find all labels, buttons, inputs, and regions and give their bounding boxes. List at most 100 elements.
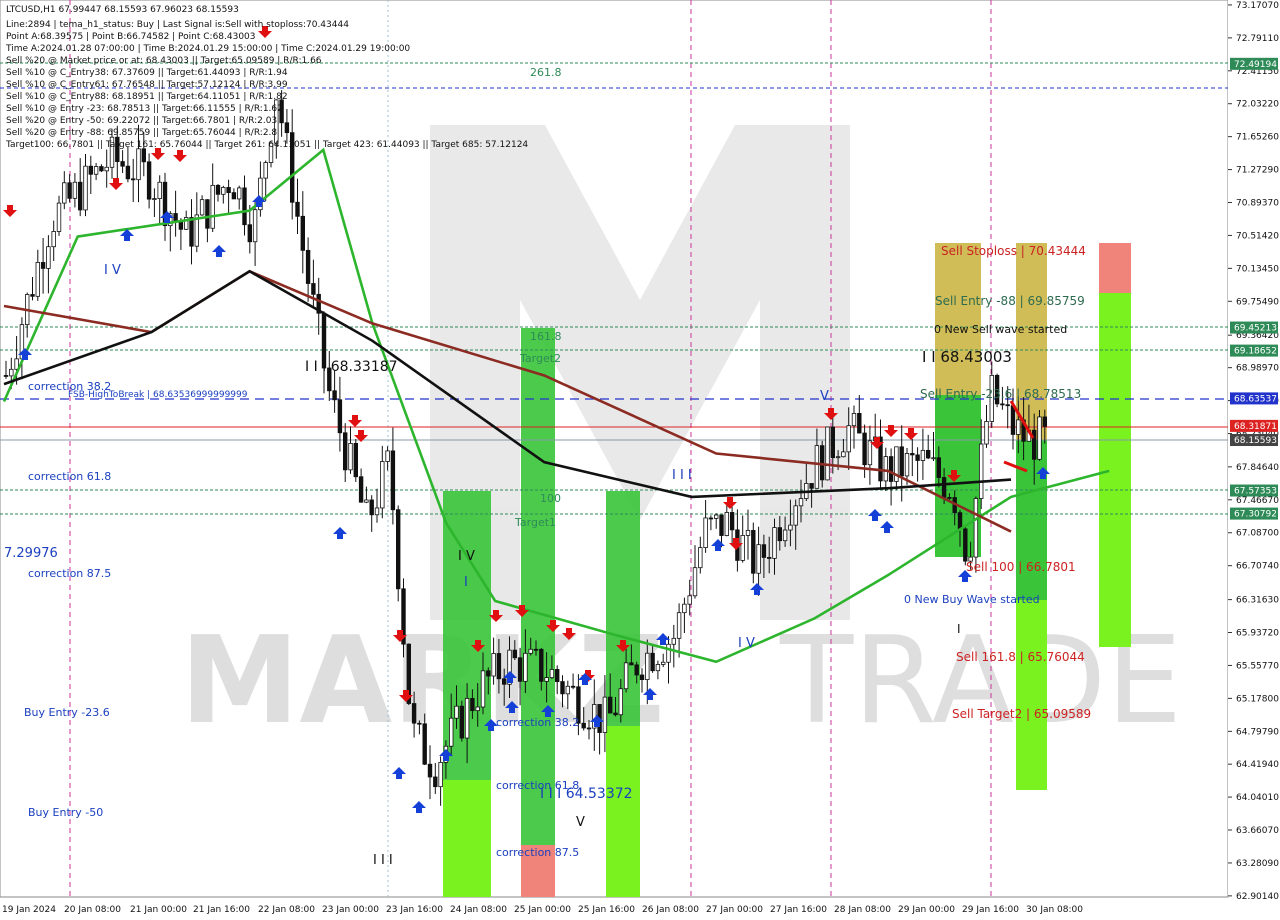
candle-body xyxy=(433,776,438,788)
price-tag-label: 69.18652 xyxy=(1234,347,1277,357)
candle-body xyxy=(782,529,788,542)
wave-label: V xyxy=(576,815,585,830)
candle-body xyxy=(687,595,692,605)
candle-body xyxy=(910,453,915,456)
candle-body xyxy=(820,445,825,481)
candle-body xyxy=(3,375,9,377)
candle-body xyxy=(973,498,979,558)
candle-body xyxy=(130,178,136,181)
candle-body xyxy=(899,446,904,477)
candle-body xyxy=(411,703,417,724)
candle-body xyxy=(814,445,820,489)
candle-body xyxy=(862,432,867,466)
candle-body xyxy=(459,705,464,739)
candle-body xyxy=(364,499,369,503)
candle-body xyxy=(348,443,353,471)
info-line: LTCUSD,H1 67.99447 68.15593 67.96023 68.… xyxy=(6,5,239,15)
candle-body xyxy=(1032,429,1037,460)
candle-body xyxy=(517,657,523,682)
label-sell-target2: Sell Target2 | 65.09589 xyxy=(952,707,1091,721)
x-tick-label: 23 Jan 16:00 xyxy=(386,905,443,915)
label-correction-87-left: correction 87.5 xyxy=(28,567,111,580)
candle-body xyxy=(629,662,634,666)
candle-body xyxy=(242,187,247,226)
candle-body xyxy=(83,165,88,211)
candle-body xyxy=(528,648,533,654)
info-line: Sell %10 @ C_Entry88: 68.18951 || Target… xyxy=(6,92,288,102)
candle-body xyxy=(692,567,698,597)
candle-body xyxy=(539,648,544,682)
x-tick-label: 25 Jan 16:00 xyxy=(578,905,635,915)
candle-body xyxy=(480,670,486,708)
candle-body xyxy=(888,456,894,482)
candle-body xyxy=(984,421,989,445)
zone-lime-1 xyxy=(606,726,640,897)
label-target1: Target1 xyxy=(514,516,556,529)
candle-body xyxy=(851,413,857,427)
candle-body xyxy=(825,426,830,481)
info-line: Target100: 66.7801 || Target 161: 65.760… xyxy=(5,140,528,150)
candle-body xyxy=(724,512,729,536)
y-tick-label: 65.17800 xyxy=(1236,694,1279,704)
candle-body xyxy=(448,717,454,747)
y-tick-label: 67.84640 xyxy=(1236,463,1279,473)
candle-body xyxy=(560,681,565,695)
wave-label: I xyxy=(957,622,961,636)
candle-body xyxy=(867,440,873,466)
candle-body xyxy=(740,535,745,561)
wave-label: I V xyxy=(738,636,755,651)
info-line: Sell %10 @ C_Entry61: 67.76548 || Target… xyxy=(6,80,288,90)
price-tag-label: 67.30792 xyxy=(1234,510,1277,520)
candle-body xyxy=(136,148,141,181)
candle-body xyxy=(311,283,316,295)
candle-body xyxy=(719,514,724,536)
y-tick-label: 62.90140 xyxy=(1236,892,1279,902)
candle-body xyxy=(936,457,941,478)
zone-lime-sell xyxy=(1016,600,1047,790)
candle-body xyxy=(1010,405,1016,435)
candle-body xyxy=(608,696,613,714)
label-correction-38-mid: correction 38.2 xyxy=(496,716,579,729)
candle-body xyxy=(1005,404,1010,407)
candle-body xyxy=(247,224,252,243)
candle-body xyxy=(979,443,984,499)
y-tick-label: 66.31630 xyxy=(1236,596,1279,606)
candle-body xyxy=(761,544,767,558)
candle-body xyxy=(555,669,560,682)
candle-body xyxy=(650,652,655,672)
candle-body xyxy=(634,664,639,676)
candle-body xyxy=(380,461,385,509)
y-tick-label: 64.04010 xyxy=(1236,793,1279,803)
label-7-29976: 7.29976 xyxy=(4,546,58,561)
candle-body xyxy=(544,677,549,682)
candle-body xyxy=(512,649,517,659)
candle-body xyxy=(104,166,109,172)
candle-body xyxy=(67,182,72,199)
candle-body xyxy=(226,187,231,194)
candle-body xyxy=(639,674,645,681)
candle-body xyxy=(947,497,952,499)
candle-body xyxy=(35,262,40,297)
x-tick-label: 29 Jan 16:00 xyxy=(962,905,1019,915)
y-tick-label: 64.79790 xyxy=(1236,727,1279,737)
label-buy-entry-50: Buy Entry -50 xyxy=(28,806,103,819)
candle-body xyxy=(963,528,968,562)
candle-body xyxy=(210,184,215,229)
label-sell-entry-88: Sell Entry -88 | 69.85759 xyxy=(935,294,1085,308)
y-tick-label: 66.70740 xyxy=(1236,562,1279,572)
candle-body xyxy=(422,723,427,765)
candle-body xyxy=(93,166,99,175)
candle-body xyxy=(178,220,184,230)
x-tick-label: 23 Jan 00:00 xyxy=(322,905,379,915)
candle-body xyxy=(549,669,555,679)
candle-body xyxy=(788,524,793,531)
label-new-sell-wave: 0 New Sell wave started xyxy=(934,323,1067,336)
x-tick-label: 28 Jan 08:00 xyxy=(834,905,891,915)
watermark-text-left: MARKZ xyxy=(180,612,665,751)
x-tick-label: 22 Jan 08:00 xyxy=(258,905,315,915)
candle-body xyxy=(46,246,51,269)
wave-label: I I I xyxy=(373,853,393,868)
candle-body xyxy=(941,477,947,498)
candle-body xyxy=(703,517,708,549)
candle-body xyxy=(602,696,608,733)
